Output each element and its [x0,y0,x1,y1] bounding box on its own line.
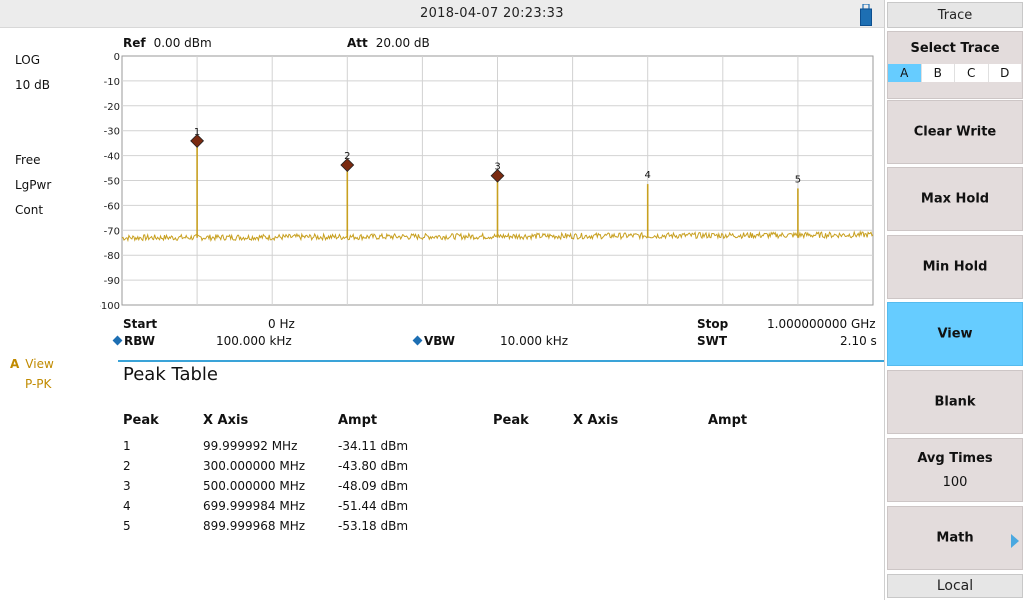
start-label: Start [123,317,158,331]
y-tick-label: -50 [104,177,120,188]
y-tick-label: -60 [104,201,120,212]
start-freq[interactable]: 0 Hz [268,317,295,331]
select-trace-label: Select Trace [910,41,1000,56]
vbw-label: VBW [412,334,455,348]
col-header-x-axis: X Axis [203,413,249,428]
datetime-display: 2018-04-07 20:23:33 [420,6,564,21]
sweep-mode: Free [15,153,41,167]
y-tick-label: -20 [104,102,120,113]
peak-freq: 899.999968 MHz [203,519,306,533]
min-hold-button[interactable]: Min Hold [887,235,1023,299]
select-trace-button[interactable]: Select Trace A B C D [887,31,1023,99]
peak-table-title: Peak Table [123,364,219,385]
peak-freq: 300.000000 MHz [203,459,306,473]
peak-number: 2 [123,459,131,473]
blank-button[interactable]: Blank [887,370,1023,434]
trace-status: A View [10,357,54,371]
scale-mode: LOG [15,53,41,67]
col-header-peak-2: Peak [493,413,529,428]
trace-letter: A [10,357,20,371]
trace-option-b[interactable]: B [921,64,955,82]
ref-label: Ref [123,36,146,50]
att-value: 20.00 dB [375,36,430,50]
y-tick-label: -100 [100,301,120,312]
att-label: Att [347,36,368,50]
stop-label: Stop [697,317,729,331]
avg-times-value: 100 [942,475,968,490]
col-header-ampt-2: Ampt [708,413,748,428]
y-tick-label: -30 [104,127,120,138]
col-header-ampt: Ampt [338,413,378,428]
ref-level[interactable]: Ref 0.00 dBm [123,36,212,50]
peak-freq: 99.999992 MHz [203,439,298,453]
swt-label: SWT [697,334,728,348]
clear-write-button[interactable]: Clear Write [887,100,1023,164]
ref-value: 0.00 dBm [153,36,212,50]
trace-state: View [25,357,54,371]
chevron-right-icon [1011,534,1019,548]
peak-ampt: -34.11 dBm [338,439,409,453]
peak-freq: 699.999984 MHz [203,499,306,513]
attenuation[interactable]: Att 20.00 dB [347,36,430,50]
swt-value[interactable]: 2.10 s [840,334,877,348]
vbw-diamond-icon [412,335,423,346]
avg-times-label: Avg Times [917,451,993,466]
peak-number: 5 [123,519,131,533]
peak-ampt: -51.44 dBm [338,499,409,513]
trace-option-a[interactable]: A [888,64,922,82]
usb-icon [860,4,872,26]
peak-ampt: -48.09 dBm [338,479,409,493]
peak-ampt: -43.80 dBm [338,459,409,473]
peak-ampt: -53.18 dBm [338,519,409,533]
average-type: LgPwr [15,178,52,192]
max-hold-button[interactable]: Max Hold [887,167,1023,231]
y-tick-label: -80 [104,251,120,262]
col-header-x-axis-2: X Axis [573,413,619,428]
stop-freq[interactable]: 1.000000000 GHz [767,317,876,331]
peak-marker-label: 5 [795,174,801,185]
vbw-value[interactable]: 10.000 kHz [500,334,568,348]
y-tick-labels: 0 -10 -20 -30 -40 -50 -60 -70 -80 -90 -100 [100,52,120,312]
rbw-label: RBW [112,334,155,348]
separator-line [118,360,884,362]
peak-number: 4 [123,499,131,513]
trace-option-c[interactable]: C [955,64,989,82]
trace-option-d[interactable]: D [988,64,1022,82]
scale-div: 10 dB [15,78,50,92]
rbw-diamond-icon [112,335,123,346]
y-tick-label: 0 [114,52,120,63]
peak-marker-label: 4 [645,170,651,181]
col-header-peak: Peak [123,413,159,428]
detector-mode: P-PK [25,377,52,391]
sweep-continuous: Cont [15,203,44,217]
y-tick-label: -90 [104,276,120,287]
peak-marker-label: 3 [494,162,500,173]
spectrum-graph[interactable]: 0 -10 -20 -30 -40 -50 -60 -70 -80 -90 -100 1 2 3 4 5 [100,50,880,312]
softkey-menu: Trace Select Trace A B C D Clear Write M… [884,0,1024,600]
menu-title: Trace [887,2,1023,28]
peak-marker-label: 1 [194,127,200,138]
local-button[interactable]: Local [887,574,1023,598]
y-tick-label: -70 [104,226,120,237]
peak-marker-label: 2 [344,151,350,162]
math-button[interactable]: Math [887,506,1023,570]
status-bar: 2018-04-07 20:23:33 [0,0,884,28]
peak-freq: 500.000000 MHz [203,479,306,493]
trace-selector: A B C D [888,64,1022,82]
peak-number: 1 [123,439,131,453]
avg-times-button[interactable]: Avg Times 100 [887,438,1023,502]
view-button[interactable]: View [887,302,1023,366]
y-tick-label: -10 [104,77,120,88]
y-tick-label: -40 [104,152,120,163]
rbw-value[interactable]: 100.000 kHz [216,334,292,348]
peak-number: 3 [123,479,131,493]
